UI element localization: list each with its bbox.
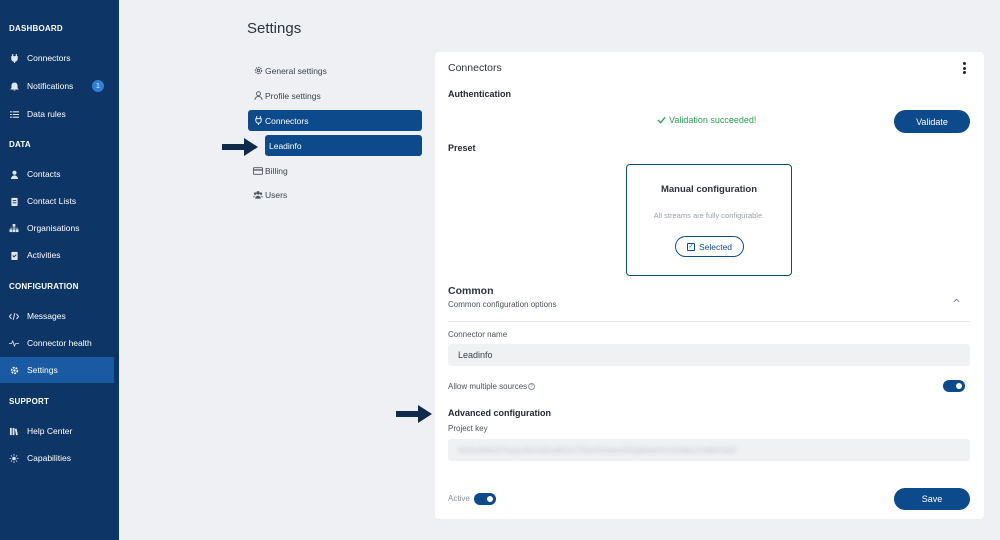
save-button[interactable]: Save bbox=[894, 488, 970, 510]
sidebar-section-dashboard: DASHBOARD bbox=[9, 24, 63, 33]
sidebar-item-notifications[interactable]: Notifications 1 bbox=[0, 73, 114, 99]
preset-description: All streams are fully configurable. bbox=[653, 211, 765, 220]
common-subtitle: Common configuration options bbox=[448, 300, 557, 309]
sidebar-item-label: Notifications bbox=[27, 81, 74, 91]
divider bbox=[448, 321, 970, 322]
sidebar: DASHBOARD Connectors Notifications 1 Dat… bbox=[0, 0, 119, 540]
gear-icon bbox=[253, 66, 263, 75]
sidebar-item-data-rules[interactable]: Data rules bbox=[0, 101, 114, 127]
sidebar-item-label: Connectors bbox=[27, 53, 71, 63]
sidebar-item-label: Contact Lists bbox=[27, 196, 77, 206]
sidebar-item-contact-lists[interactable]: Contact Lists bbox=[0, 188, 114, 214]
sidebar-item-messages[interactable]: Messages bbox=[0, 303, 114, 329]
allow-multiple-sources-toggle[interactable] bbox=[943, 380, 965, 392]
settings-nav-label: Leadinfo bbox=[269, 140, 302, 151]
preset-selected-button[interactable]: ✓ Selected bbox=[675, 236, 744, 257]
person-icon bbox=[9, 169, 19, 179]
users-icon bbox=[253, 190, 263, 199]
sidebar-item-label: Messages bbox=[27, 311, 66, 321]
settings-nav-users[interactable]: Users bbox=[248, 184, 422, 205]
page-title: Settings bbox=[247, 20, 302, 37]
connector-name-label: Connector name bbox=[448, 330, 508, 339]
sidebar-item-capabilities[interactable]: Capabilities bbox=[0, 445, 114, 471]
card-icon bbox=[253, 166, 263, 175]
project-key-field[interactable]: Wd2nRMo2lYqrpy2kHJdSndR2mTRpHSAwtw3N2gRb… bbox=[448, 439, 970, 461]
settings-nav-general[interactable]: General settings bbox=[248, 60, 422, 81]
allow-multiple-sources-text: Allow multiple sources bbox=[448, 382, 528, 391]
help-icon[interactable]: ? bbox=[528, 383, 536, 391]
connector-name-field[interactable]: Leadinfo bbox=[448, 344, 970, 366]
sidebar-item-label: Organisations bbox=[27, 223, 80, 233]
active-label: Active bbox=[448, 494, 470, 503]
sidebar-item-label: Settings bbox=[27, 365, 58, 375]
settings-nav-connectors[interactable]: Connectors bbox=[248, 110, 422, 131]
preset-title: Manual configuration bbox=[660, 184, 758, 195]
sidebar-item-settings[interactable]: Settings bbox=[0, 357, 114, 383]
preset-selected-label: Selected bbox=[698, 241, 733, 252]
notification-count-badge: 1 bbox=[92, 80, 104, 92]
settings-nav-leadinfo[interactable]: Leadinfo bbox=[265, 135, 422, 156]
settings-nav-label: Users bbox=[265, 189, 288, 200]
sidebar-item-label: Data rules bbox=[27, 109, 66, 119]
preset-option-manual[interactable]: Manual configuration All streams are ful… bbox=[626, 164, 792, 276]
validation-status-text: Validation succeeded! bbox=[669, 115, 757, 125]
advanced-configuration-heading: Advanced configuration bbox=[448, 408, 552, 418]
bell-icon bbox=[9, 81, 19, 91]
person-icon bbox=[253, 91, 263, 100]
sidebar-item-label: Capabilities bbox=[27, 453, 71, 463]
activity-icon bbox=[9, 250, 19, 260]
plug-icon bbox=[9, 53, 19, 63]
project-key-value: Wd2nRMo2lYqrpy2kHJdSndR2mTRpHSAwtw3N2gRb… bbox=[458, 445, 737, 455]
sidebar-item-help-center[interactable]: Help Center bbox=[0, 418, 114, 444]
gear-icon bbox=[9, 365, 19, 375]
pulse-icon bbox=[9, 338, 19, 348]
settings-nav-label: Profile settings bbox=[265, 90, 321, 101]
settings-nav-profile[interactable]: Profile settings bbox=[248, 85, 422, 106]
settings-nav-label: General settings bbox=[265, 65, 327, 76]
project-key-label: Project key bbox=[448, 424, 488, 433]
org-icon bbox=[9, 223, 19, 233]
settings-nav-billing[interactable]: Billing bbox=[248, 160, 422, 181]
settings-nav-label: Billing bbox=[265, 165, 288, 176]
sidebar-item-label: Connector health bbox=[27, 338, 92, 348]
chevron-up-icon[interactable] bbox=[953, 296, 960, 305]
more-options-icon[interactable] bbox=[961, 62, 967, 74]
settings-nav-label: Connectors bbox=[265, 115, 309, 126]
sidebar-item-label: Activities bbox=[27, 250, 61, 260]
check-icon bbox=[657, 116, 666, 124]
plug-icon bbox=[253, 116, 263, 125]
sidebar-item-label: Help Center bbox=[27, 426, 73, 436]
arrow-right-icon bbox=[222, 138, 258, 156]
connector-settings-card: Connectors Authentication Validation suc… bbox=[435, 52, 984, 519]
arrow-right-icon bbox=[396, 405, 432, 423]
list-icon bbox=[9, 109, 19, 119]
common-heading: Common bbox=[448, 285, 494, 297]
clipboard-icon bbox=[9, 196, 19, 206]
sidebar-item-activities[interactable]: Activities bbox=[0, 242, 114, 268]
book-icon bbox=[9, 426, 19, 436]
card-title: Connectors bbox=[448, 62, 502, 74]
capabilities-icon bbox=[9, 453, 19, 463]
sidebar-item-label: Contacts bbox=[27, 169, 61, 179]
checkbox-icon: ✓ bbox=[686, 242, 695, 251]
validate-button[interactable]: Validate bbox=[894, 110, 970, 133]
sidebar-item-contacts[interactable]: Contacts bbox=[0, 161, 114, 187]
code-icon bbox=[9, 311, 19, 321]
allow-multiple-sources-label: Allow multiple sources? bbox=[448, 382, 536, 391]
sidebar-section-data: DATA bbox=[9, 140, 31, 149]
validation-status: Validation succeeded! bbox=[657, 115, 756, 125]
active-toggle[interactable] bbox=[474, 493, 496, 505]
sidebar-item-connector-health[interactable]: Connector health bbox=[0, 330, 114, 356]
preset-heading: Preset bbox=[448, 143, 476, 153]
sidebar-item-organisations[interactable]: Organisations bbox=[0, 215, 114, 241]
sidebar-section-configuration: CONFIGURATION bbox=[9, 282, 79, 291]
sidebar-item-connectors[interactable]: Connectors bbox=[0, 45, 114, 71]
sidebar-section-support: SUPPORT bbox=[9, 397, 50, 406]
authentication-heading: Authentication bbox=[448, 89, 511, 99]
